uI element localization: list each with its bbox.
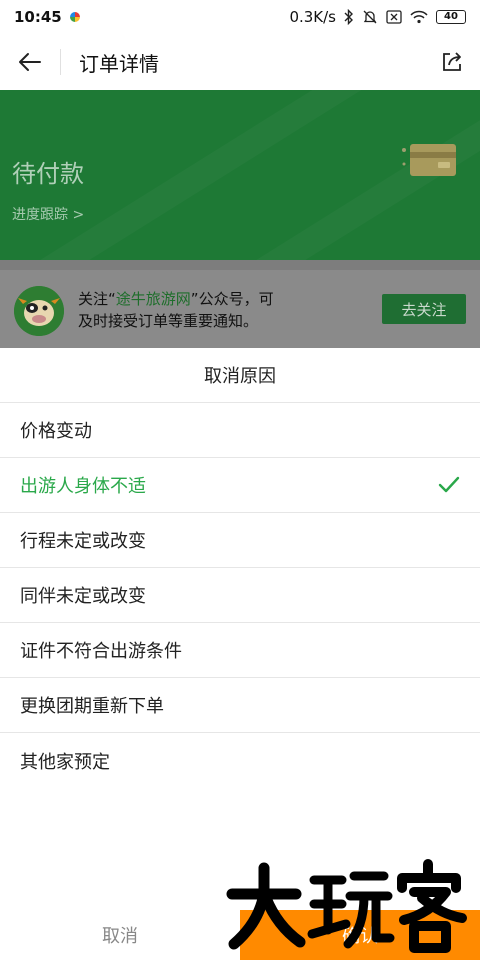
follow-account-bar: 关注“途牛旅游网”公众号，可 及时接受订单等重要通知。 去关注 [0, 260, 480, 350]
reason-label: 更换团期重新下单 [20, 696, 164, 717]
sheet-title: 取消原因 [0, 348, 480, 403]
cancel-button[interactable]: 取消 [0, 910, 240, 960]
follow-button[interactable]: 去关注 [382, 294, 466, 324]
back-button[interactable] [0, 34, 60, 90]
follow-text-suffix: ”公众号，可 [190, 290, 274, 308]
reason-item-selected[interactable]: 出游人身体不适 [0, 458, 480, 513]
reason-list: 价格变动 出游人身体不适 行程未定或改变 同伴未定或改变 证件不符合出游条件 更… [0, 403, 480, 788]
app-notification-icon [69, 12, 80, 22]
reason-label: 同伴未定或改变 [20, 586, 146, 607]
reason-label: 证件不符合出游条件 [20, 641, 182, 662]
page-title: 订单详情 [79, 51, 159, 76]
app-header: 订单详情 [0, 34, 480, 90]
share-icon [443, 52, 461, 71]
watermark-logo [226, 859, 467, 953]
back-arrow-icon [19, 53, 41, 71]
tuniu-mascot-icon [14, 286, 64, 336]
follow-text-line2: 及时接受订单等重要通知。 [78, 312, 259, 330]
check-icon [438, 476, 460, 494]
battery-icon: 40 [436, 10, 466, 24]
share-button[interactable] [424, 34, 480, 90]
bluetooth-icon [344, 9, 354, 25]
order-status-banner: 待付款 进度跟踪 > [0, 90, 480, 260]
wifi-icon [410, 10, 428, 24]
status-right: 0.3K/s 40 [289, 8, 466, 26]
net-speed: 0.3K/s [289, 8, 336, 26]
reason-item[interactable]: 行程未定或改变 [0, 513, 480, 568]
account-name: 途牛旅游网 [115, 290, 191, 308]
reason-item[interactable]: 更换团期重新下单 [0, 678, 480, 733]
order-status: 待付款 [12, 160, 84, 188]
reason-label: 价格变动 [20, 421, 92, 442]
reason-item[interactable]: 同伴未定或改变 [0, 568, 480, 623]
progress-tracking-link[interactable]: 进度跟踪 > [12, 204, 84, 224]
sim-off-icon [386, 10, 402, 24]
follow-text-prefix: 关注“ [78, 290, 116, 308]
reason-label: 行程未定或改变 [20, 531, 146, 552]
reason-label: 其他家预定 [20, 751, 110, 773]
mute-icon [362, 9, 378, 25]
reason-label: 出游人身体不适 [20, 476, 146, 497]
status-time: 10:45 [14, 8, 62, 26]
follow-message: 关注“途牛旅游网”公众号，可 及时接受订单等重要通知。 [78, 288, 318, 332]
status-bar: 10:45 0.3K/s 40 [0, 0, 480, 34]
wallet-icon [402, 144, 456, 176]
reason-item[interactable]: 价格变动 [0, 403, 480, 458]
header-divider [60, 49, 61, 75]
reason-item[interactable]: 其他家预定 [0, 733, 480, 788]
reason-item[interactable]: 证件不符合出游条件 [0, 623, 480, 678]
